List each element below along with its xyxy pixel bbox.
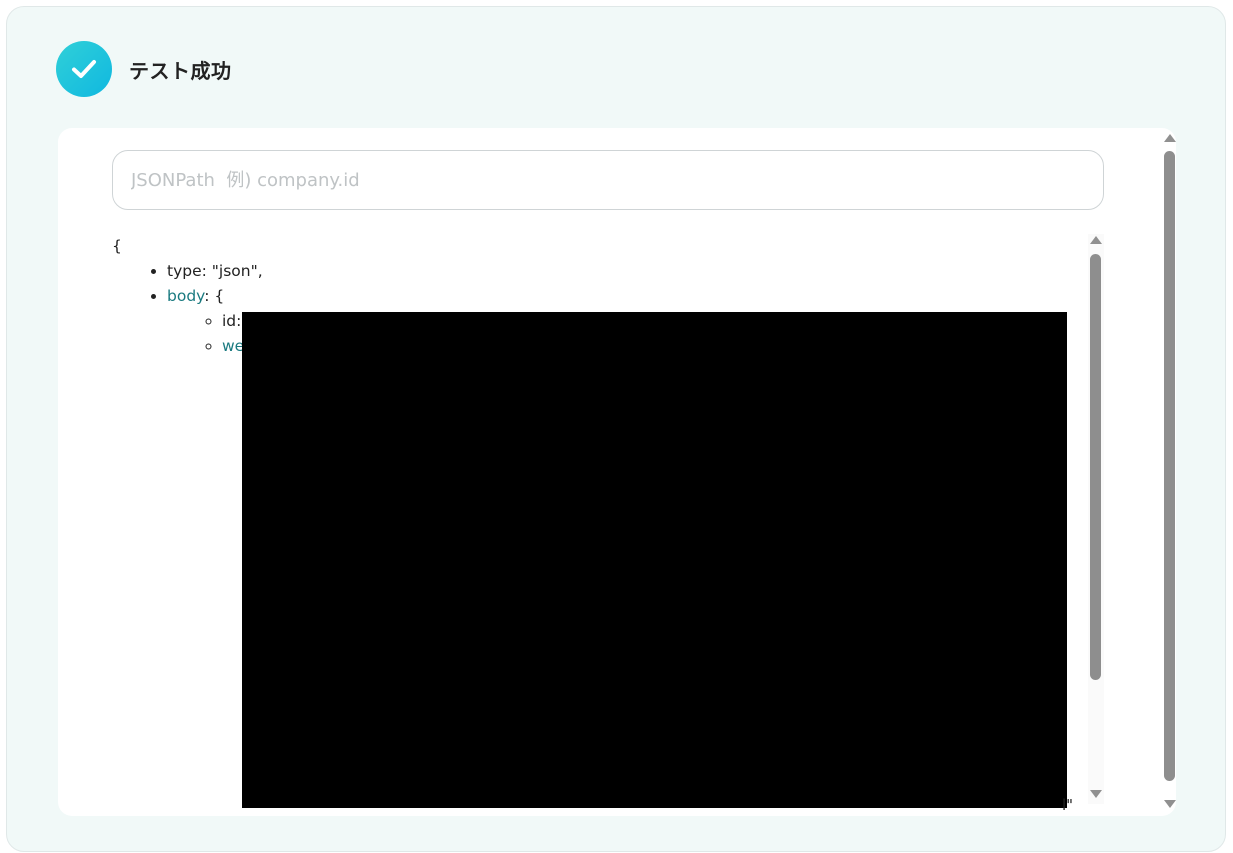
- json-tail-fragment: l": [1062, 796, 1074, 814]
- scroll-down-arrow-icon[interactable]: [1090, 790, 1102, 798]
- json-key-we[interactable]: we: [222, 337, 244, 355]
- panel-scrollbar-thumb[interactable]: [1164, 151, 1175, 781]
- redacted-area: [242, 312, 1067, 808]
- panel-scrollbar[interactable]: [1162, 134, 1178, 818]
- json-scrollbar[interactable]: [1088, 234, 1104, 804]
- check-circle-icon: [56, 41, 112, 97]
- scroll-down-arrow-icon[interactable]: [1164, 800, 1176, 808]
- jsonpath-search-input[interactable]: [112, 150, 1104, 210]
- json-item-type: type: "json",: [167, 259, 1092, 284]
- page-title: テスト成功: [129, 59, 232, 83]
- test-result-card: テスト成功 { type: "json", body: { id: we l": [6, 6, 1226, 852]
- json-key-body[interactable]: body: [167, 287, 204, 305]
- scroll-up-arrow-icon[interactable]: [1164, 134, 1176, 142]
- scroll-up-arrow-icon[interactable]: [1090, 236, 1102, 244]
- result-panel: { type: "json", body: { id: we l": [58, 128, 1176, 816]
- json-open-brace: {: [112, 237, 122, 255]
- json-scrollbar-thumb[interactable]: [1090, 254, 1101, 680]
